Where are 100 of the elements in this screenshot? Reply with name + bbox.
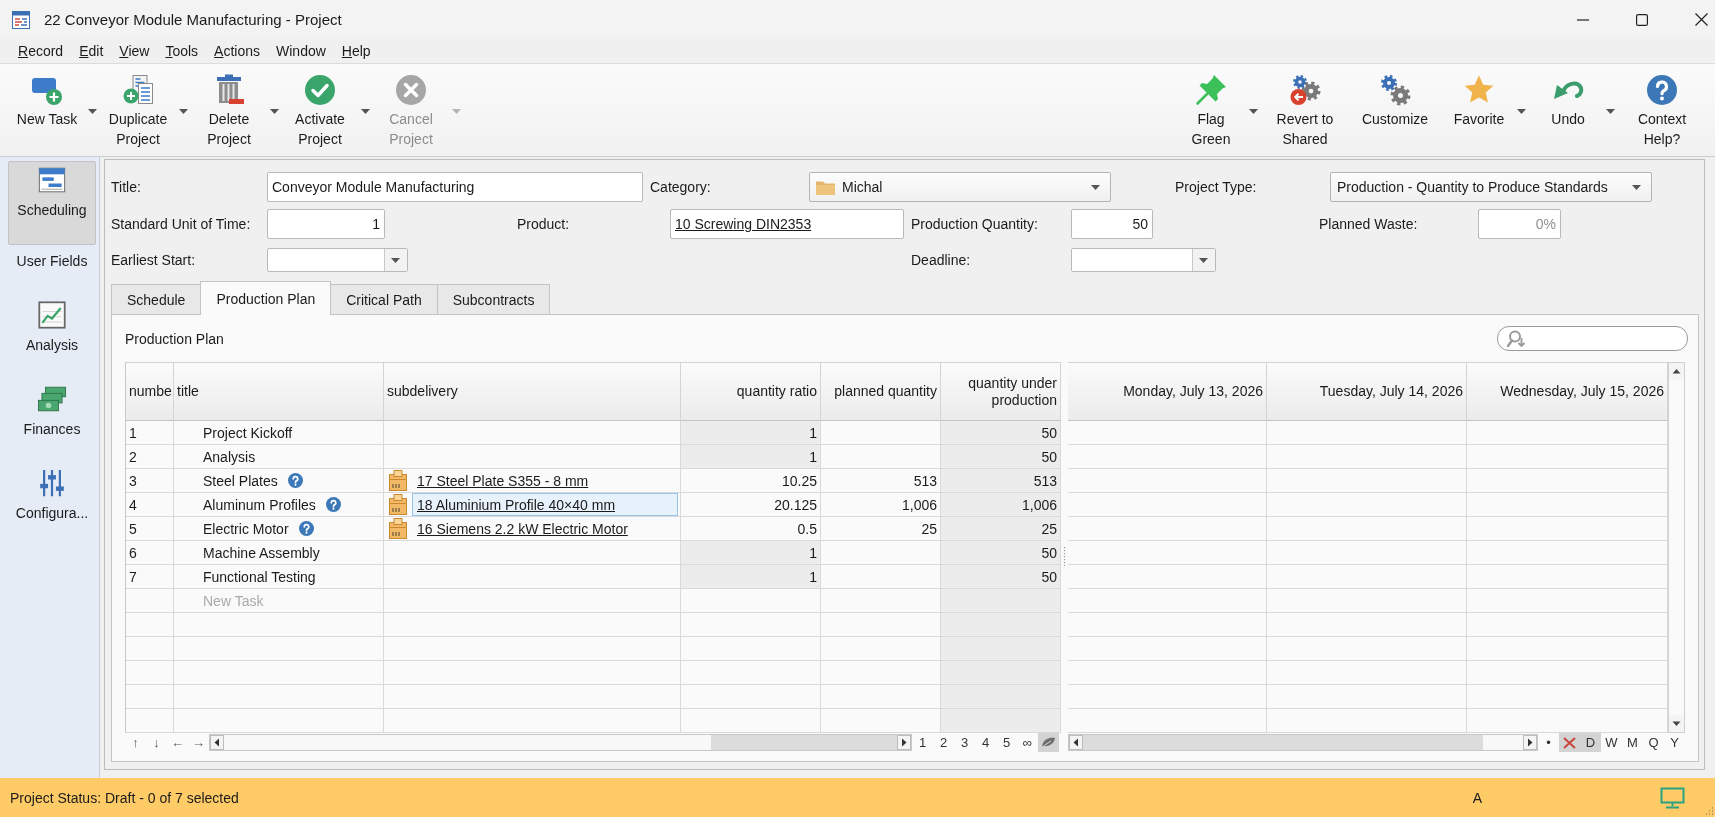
favorite-button[interactable]: Favorite <box>1443 64 1515 156</box>
outline-level-button[interactable]: 4 <box>975 733 996 752</box>
package-icon <box>389 518 407 539</box>
tab[interactable]: Critical Path <box>330 284 438 314</box>
undo-button[interactable]: Undo <box>1532 64 1604 156</box>
title-label: Title: <box>111 179 142 195</box>
move-button[interactable]: → <box>188 735 209 750</box>
column-header[interactable]: title <box>174 363 384 421</box>
planned-quantity: 1,006 <box>901 496 937 513</box>
caret-icon[interactable] <box>269 109 279 114</box>
caret-icon[interactable] <box>178 109 188 114</box>
sidebar-item[interactable]: User Fields <box>8 245 96 296</box>
scrollbar-thumb[interactable] <box>1083 735 1483 750</box>
outline-level-button[interactable]: ∞ <box>1017 733 1038 752</box>
caret-icon[interactable] <box>1605 109 1615 114</box>
menu-item[interactable]: Edit <box>71 43 112 59</box>
time-scale-button[interactable]: • <box>1538 733 1559 752</box>
quantity-under-production: 1,006 <box>941 493 1060 516</box>
size-grip-icon[interactable] <box>1704 806 1714 816</box>
revert-button[interactable]: Revert to Shared <box>1269 64 1341 156</box>
column-header[interactable]: quantity ratio <box>681 363 821 421</box>
row-number: 5 <box>129 520 137 537</box>
subdelivery-link[interactable]: 17 Steel Plate S355 - 8 mm <box>412 469 678 492</box>
time-scale-button[interactable]: W <box>1601 733 1622 752</box>
date-column-header[interactable]: Tuesday, July 14, 2026 <box>1267 363 1467 421</box>
minimize-icon[interactable] <box>1577 18 1589 21</box>
horizontal-scrollbar[interactable] <box>1068 734 1538 751</box>
menu-item[interactable]: Window <box>268 43 334 59</box>
menu-item[interactable]: View <box>111 43 158 59</box>
subdelivery-link[interactable]: 16 Siemens 2.2 kW Electric Motor <box>412 517 678 540</box>
outline-level-button[interactable]: 2 <box>933 733 954 752</box>
x-circle-icon <box>395 74 427 106</box>
title-field[interactable]: Conveyor Module Manufacturing <box>267 172 643 202</box>
time-scale-button[interactable]: Q <box>1643 733 1664 752</box>
earliest-start-field[interactable] <box>267 248 408 272</box>
close-icon[interactable] <box>1695 13 1708 26</box>
production-quantity-label: Production Quantity: <box>911 216 1039 232</box>
menu-item[interactable]: Record <box>10 43 72 59</box>
package-icon <box>389 470 407 491</box>
date-column-header[interactable]: Wednesday, July 15, 2026 <box>1467 363 1668 421</box>
delete-project-button[interactable]: Delete Project <box>190 64 268 156</box>
flag-button[interactable]: Flag Green <box>1175 64 1247 156</box>
column-header[interactable]: subdelivery <box>384 363 681 421</box>
sidebar-item[interactable]: Scheduling <box>8 161 96 245</box>
tab[interactable]: Production Plan <box>200 281 332 315</box>
tab[interactable]: Subcontracts <box>436 284 551 314</box>
column-header[interactable]: numbe <box>126 363 174 421</box>
date-column-header[interactable]: Monday, July 13, 2026 <box>1068 363 1267 421</box>
help-icon[interactable] <box>298 521 314 536</box>
caret-icon[interactable] <box>1516 109 1526 114</box>
move-button[interactable]: ↑ <box>125 735 146 750</box>
subdelivery-link[interactable]: 18 Aluminium Profile 40×40 mm <box>412 493 678 516</box>
cross-icon[interactable] <box>1559 733 1580 752</box>
project-type-dropdown[interactable]: Production - Quantity to Produce Standards <box>1330 172 1652 202</box>
move-button[interactable]: ↓ <box>146 735 167 750</box>
move-button[interactable]: ← <box>167 735 188 750</box>
tab[interactable]: Schedule <box>111 284 202 314</box>
activate-project-button[interactable]: Activate Project <box>281 64 359 156</box>
quantity-ratio: 1 <box>681 421 820 444</box>
search-icon <box>1507 329 1527 348</box>
quantity-under-production: 50 <box>941 421 1060 444</box>
help-button[interactable]: Context Help? <box>1626 64 1698 156</box>
customize-button[interactable]: Customize <box>1359 64 1431 156</box>
category-dropdown[interactable]: Michal <box>809 172 1111 202</box>
outline-level-button[interactable]: 1 <box>912 733 933 752</box>
outline-level-button[interactable]: 5 <box>996 733 1017 752</box>
menu-item[interactable]: Tools <box>157 43 207 59</box>
caret-icon[interactable] <box>1248 109 1258 114</box>
help-icon[interactable] <box>325 497 341 512</box>
search-field[interactable] <box>1497 326 1688 351</box>
column-header[interactable]: planned quantity <box>821 363 941 421</box>
help-icon[interactable] <box>287 473 303 488</box>
unit-of-time-field[interactable]: 1 <box>267 209 385 239</box>
time-scale-button[interactable]: D <box>1580 733 1601 752</box>
sidebar-item[interactable]: Analysis <box>8 296 96 380</box>
production-quantity-field[interactable]: 50 <box>1071 209 1153 239</box>
planned-quantity: 25 <box>921 520 937 537</box>
product-link-field[interactable]: 10 Screwing DIN2353 <box>670 209 904 239</box>
menu-item[interactable]: Actions <box>206 43 268 59</box>
caret-icon[interactable] <box>360 109 370 114</box>
horizontal-scrollbar[interactable] <box>209 734 912 751</box>
vertical-scrollbar[interactable] <box>1668 362 1685 733</box>
sidebar-item[interactable]: Configura... <box>8 464 96 548</box>
deadline-field[interactable] <box>1071 248 1216 272</box>
time-scale-button[interactable]: Y <box>1664 733 1685 752</box>
quantity-under-production: 50 <box>941 541 1060 564</box>
menu-item[interactable]: Help <box>333 43 379 59</box>
time-scale-button[interactable]: M <box>1622 733 1643 752</box>
scrollbar-thumb[interactable] <box>711 735 897 750</box>
row-number: 1 <box>129 424 137 441</box>
new-task-button[interactable]: New Task <box>8 64 86 156</box>
splitter-handle-icon[interactable] <box>1063 547 1066 566</box>
maximize-icon[interactable] <box>1636 13 1648 26</box>
leaf-icon[interactable] <box>1038 733 1059 752</box>
caret-icon[interactable] <box>87 109 97 114</box>
duplicate-project-button[interactable]: Duplicate Project <box>99 64 177 156</box>
sidebar-item[interactable]: Finances <box>8 380 96 464</box>
planned-quantity: 513 <box>913 472 937 489</box>
column-header[interactable]: quantity under production <box>941 363 1061 421</box>
outline-level-button[interactable]: 3 <box>954 733 975 752</box>
